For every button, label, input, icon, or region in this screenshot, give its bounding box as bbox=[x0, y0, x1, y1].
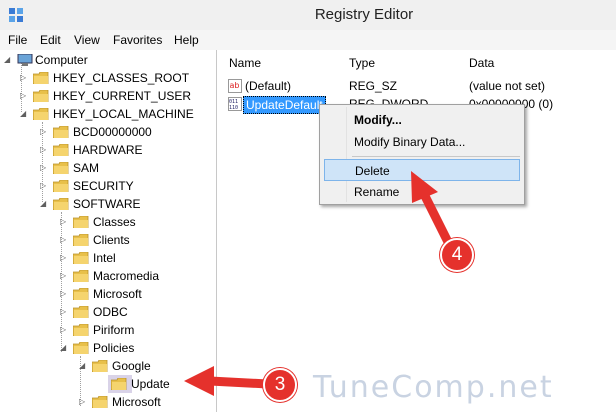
folder-icon bbox=[53, 162, 69, 174]
string-value-icon: ab bbox=[228, 79, 242, 93]
menu-view[interactable]: View bbox=[74, 33, 100, 47]
expand-arrow-icon[interactable]: ▷ bbox=[60, 231, 70, 249]
expand-arrow-icon[interactable]: ▷ bbox=[60, 303, 70, 321]
open-folder-icon bbox=[73, 342, 89, 354]
folder-icon bbox=[73, 216, 89, 228]
collapse-arrow-icon[interactable]: ◢ bbox=[60, 339, 70, 357]
context-menu-delete[interactable]: Delete bbox=[324, 159, 520, 181]
folder-icon bbox=[53, 126, 69, 138]
folder-icon bbox=[111, 378, 127, 390]
expand-arrow-icon[interactable]: ▷ bbox=[40, 177, 50, 195]
selected-value-name[interactable]: UpdateDefault bbox=[243, 96, 326, 114]
menu-help[interactable]: Help bbox=[174, 33, 199, 47]
expand-arrow-icon[interactable]: ▷ bbox=[60, 285, 70, 303]
expand-arrow-icon[interactable]: ▷ bbox=[60, 321, 70, 339]
folder-icon bbox=[73, 306, 89, 318]
title-bar: Registry Editor bbox=[0, 0, 616, 30]
expand-arrow-icon[interactable]: ▷ bbox=[20, 87, 30, 105]
collapse-arrow-icon[interactable]: ◢ bbox=[20, 105, 30, 123]
window-title: Registry Editor bbox=[314, 6, 414, 23]
folder-icon bbox=[33, 72, 49, 84]
folder-icon bbox=[53, 180, 69, 192]
expand-arrow-icon[interactable]: ▷ bbox=[20, 69, 30, 87]
folder-icon bbox=[73, 252, 89, 264]
expand-arrow-icon[interactable]: ▷ bbox=[40, 141, 50, 159]
svg-text:110: 110 bbox=[229, 105, 238, 111]
context-menu-separator bbox=[352, 156, 520, 157]
expand-arrow-icon[interactable]: ▷ bbox=[60, 213, 70, 231]
column-header-name[interactable]: Name bbox=[229, 56, 261, 70]
folder-icon bbox=[73, 324, 89, 336]
step-4-badge: 4 bbox=[440, 238, 474, 272]
step-3-badge: 3 bbox=[263, 368, 297, 402]
svg-text:ab: ab bbox=[230, 81, 240, 90]
collapse-arrow-icon[interactable]: ◢ bbox=[79, 357, 89, 375]
menu-edit[interactable]: Edit bbox=[40, 33, 61, 47]
expand-arrow-icon[interactable]: ▷ bbox=[60, 249, 70, 267]
folder-icon bbox=[73, 234, 89, 246]
value-row-default[interactable]: ab (Default) REG_SZ (value not set) bbox=[228, 77, 608, 95]
watermark-text: TuneComp.net bbox=[313, 370, 554, 405]
menu-bar: File Edit View Favorites Help bbox=[0, 30, 616, 50]
binary-value-icon: 011 110 bbox=[228, 97, 242, 111]
menu-favorites[interactable]: Favorites bbox=[113, 33, 162, 47]
open-folder-icon bbox=[53, 198, 69, 210]
context-menu-rename[interactable]: Rename bbox=[324, 181, 520, 203]
collapse-arrow-icon[interactable]: ◢ bbox=[4, 51, 14, 69]
column-header-data[interactable]: Data bbox=[469, 56, 494, 70]
collapse-arrow-icon[interactable]: ◢ bbox=[40, 195, 50, 213]
folder-icon bbox=[33, 90, 49, 102]
menu-file[interactable]: File bbox=[8, 33, 27, 47]
open-folder-icon bbox=[33, 108, 49, 120]
context-menu-modify-binary[interactable]: Modify Binary Data... bbox=[324, 131, 520, 153]
folder-icon bbox=[73, 288, 89, 300]
folder-icon bbox=[92, 396, 108, 408]
expand-arrow-icon[interactable]: ▷ bbox=[40, 159, 50, 177]
folder-icon bbox=[53, 144, 69, 156]
open-folder-icon bbox=[92, 360, 108, 372]
column-header-type[interactable]: Type bbox=[349, 56, 375, 70]
expand-arrow-icon[interactable]: ▷ bbox=[60, 267, 70, 285]
folder-icon bbox=[73, 270, 89, 282]
computer-icon bbox=[17, 54, 33, 66]
context-menu-modify[interactable]: Modify... bbox=[324, 109, 520, 131]
expand-arrow-icon[interactable]: ▷ bbox=[79, 393, 89, 411]
context-menu: Modify... Modify Binary Data... Delete R… bbox=[319, 104, 525, 205]
registry-tree[interactable]: ◢ Computer ▷ HKEY_CLASSES_ROOT ▷ HKEY_CURRE… bbox=[0, 50, 217, 412]
expand-arrow-icon[interactable]: ▷ bbox=[40, 123, 50, 141]
